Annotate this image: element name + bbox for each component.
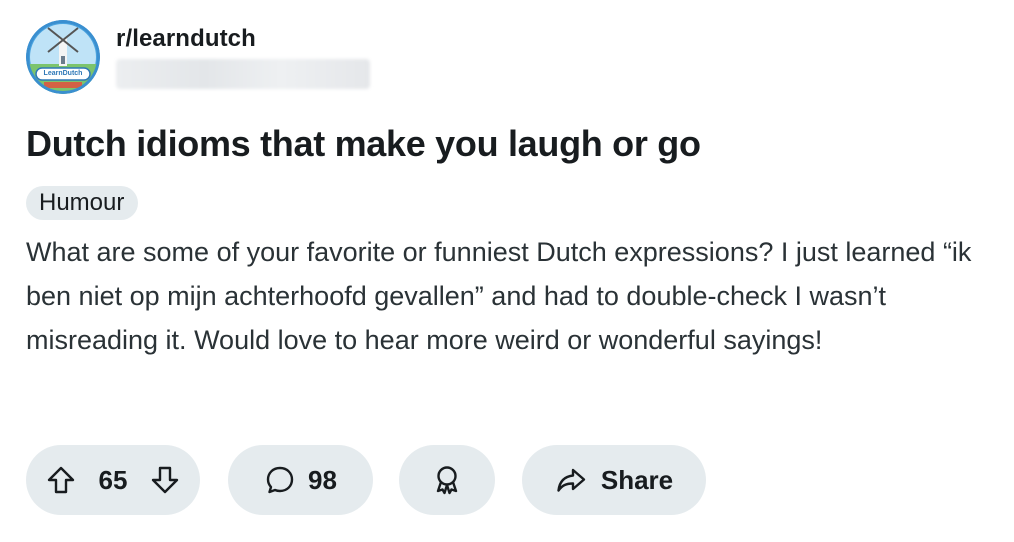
avatar-logo-text: LearnDutch	[43, 70, 83, 77]
post-flair[interactable]: Humour	[26, 186, 139, 220]
post-title[interactable]: Dutch idioms that make you laugh or go	[26, 122, 996, 166]
share-button[interactable]: Share	[522, 445, 706, 515]
post-body: What are some of your favorite or funnie…	[26, 237, 972, 355]
comment-count: 98	[308, 464, 337, 495]
post-card: LearnDutch r/learndutch Dutch idioms tha…	[26, 18, 996, 362]
blurred-username	[116, 59, 370, 89]
post-actions-bar: 65 98 Share	[26, 445, 706, 515]
vote-control: 65	[26, 445, 200, 515]
share-label: Share	[600, 464, 674, 495]
subreddit-name[interactable]: r/learndutch	[116, 25, 370, 53]
award-button[interactable]	[399, 445, 495, 515]
arrow-up-icon[interactable]	[46, 465, 76, 495]
post-header: LearnDutch r/learndutch	[26, 18, 996, 96]
share-arrow-icon	[555, 464, 587, 496]
learndutch-logo	[26, 20, 100, 94]
post-meta: r/learndutch	[116, 25, 370, 89]
arrow-down-icon[interactable]	[150, 465, 180, 495]
award-icon	[431, 464, 463, 496]
speech-bubble-icon	[264, 464, 296, 496]
subreddit-avatar[interactable]: LearnDutch	[26, 20, 100, 94]
comments-button[interactable]: 98	[228, 445, 373, 515]
vote-count: 65	[98, 464, 128, 495]
